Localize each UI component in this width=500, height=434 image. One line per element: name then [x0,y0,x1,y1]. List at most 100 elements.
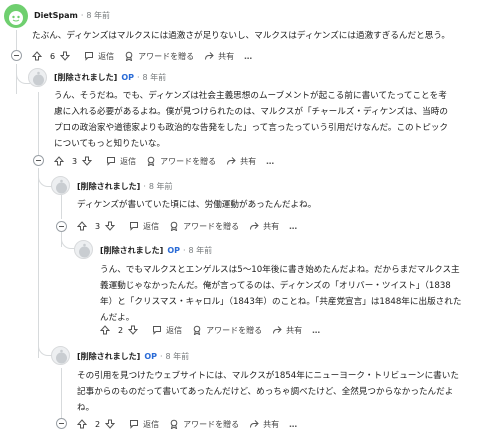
collapse-icon[interactable] [56,221,67,232]
vote-score: 3 [72,156,78,166]
comment-meta: [削除されました] OP · 8 年前 [77,351,189,362]
award-icon [147,156,155,166]
comment-line: 年）と「クリスマス・キャロル」（1843年）のことね。「共産党宣言」は1848年… [100,297,462,307]
upvote-button[interactable] [32,51,46,61]
reply-button[interactable]: 返信 [129,419,159,430]
reply-button[interactable]: 返信 [129,221,159,232]
share-button[interactable]: 共有 [226,156,256,167]
reply-icon [130,222,139,231]
author-name: [削除されました] [77,182,141,191]
share-label: 共有 [218,51,235,61]
upvote-button[interactable] [54,156,68,166]
comment-body: ディケンズが書いていた頃には、労働運動があったんだよね。 [77,200,317,210]
comment-actions: 2 返信 アワードを贈る 共有 … [100,322,321,338]
more-icon[interactable]: … [266,157,275,166]
reply-label: 返信 [143,419,160,429]
reply-label: 返信 [143,221,160,231]
comment-body: その引用を見つけたウェブサイトには、マルクスが1854年にニューヨーク・トリビュ… [77,368,497,416]
reply-label: 返信 [120,156,137,166]
comment-line: うん、そうだね。でも、ディケンズは社会主義思想のムーブメントが起こる前に書いてた… [54,91,447,101]
reply-button[interactable]: 返信 [106,156,136,167]
collapse-icon[interactable] [56,418,67,429]
award-button[interactable]: アワードを贈る [192,325,262,336]
avatar[interactable] [51,176,70,195]
timestamp[interactable]: 8 年前 [86,10,110,21]
timestamp[interactable]: 8 年前 [143,72,167,83]
comment-line: うん、でもマルクスとエンゲルスは5～10年後に書き始めたんだよね。だからまだマル… [100,265,460,275]
thread-connector [61,232,75,249]
comment-meta: [削除されました] · 8 年前 [77,181,173,192]
upvote-button[interactable] [77,221,91,231]
op-badge: OP [121,73,134,82]
thread-line[interactable] [61,368,62,420]
snoo-avatar-icon [56,179,67,194]
author-name: [削除されました] [77,352,141,361]
award-button[interactable]: アワードを贈る [146,156,216,167]
upvote-icon [32,51,42,61]
timestamp[interactable]: 8 年前 [149,181,173,192]
downvote-button[interactable] [128,325,142,335]
award-button[interactable]: アワードを贈る [124,51,194,62]
thread-line[interactable] [61,195,62,219]
reply-label: 返信 [166,325,183,335]
thread-line[interactable] [16,30,17,50]
upvote-button[interactable] [100,325,114,335]
award-label: アワードを贈る [183,419,240,429]
downvote-button[interactable] [82,156,96,166]
avatar[interactable] [51,346,70,365]
avatar[interactable] [28,68,47,87]
comment-actions: 6 返信 アワードを贈る 共有 … [32,48,253,64]
comment-line: についてもっと知りたいな。 [54,139,166,149]
more-icon[interactable]: … [289,222,298,231]
upvote-button[interactable] [77,419,91,429]
reply-icon [107,157,116,166]
author-name: [削除されました] [100,246,164,255]
reply-label: 返信 [98,51,115,61]
snoo-avatar-icon [33,71,44,86]
separator-dot: · [143,182,146,191]
upvote-icon [77,419,87,429]
thread-line[interactable] [38,92,39,156]
share-button[interactable]: 共有 [249,221,279,232]
downvote-button[interactable] [105,419,119,429]
collapse-icon[interactable] [11,50,22,61]
collapse-icon[interactable] [33,155,44,166]
share-icon [227,157,236,165]
share-label: 共有 [240,156,257,166]
more-icon[interactable]: … [244,52,253,61]
avatar[interactable] [74,240,93,259]
downvote-icon [105,221,116,231]
avatar[interactable] [4,4,28,28]
downvote-button[interactable] [105,221,119,231]
downvote-button[interactable] [60,51,74,61]
comment-actions: 2 返信 アワードを贈る 共有 … [77,416,298,432]
award-button[interactable]: アワードを贈る [169,221,239,232]
award-icon [170,419,178,429]
share-button[interactable]: 共有 [272,325,302,336]
award-icon [193,325,201,335]
op-badge: OP [167,246,180,255]
author-name[interactable]: DietSpam [34,11,78,20]
author-name: [削除されました] [54,73,118,82]
separator-dot: · [136,73,140,82]
upvote-icon [100,325,110,335]
thread-connector [38,168,52,356]
separator-dot: · [80,11,84,20]
more-icon[interactable]: … [312,326,321,335]
reply-button[interactable]: 返信 [84,51,114,62]
share-button[interactable]: 共有 [204,51,234,62]
share-button[interactable]: 共有 [249,419,279,430]
reply-icon [85,52,94,61]
more-icon[interactable]: … [289,420,298,429]
award-button[interactable]: アワードを贈る [169,419,239,430]
timestamp[interactable]: 8 年前 [166,351,190,362]
timestamp[interactable]: 8 年前 [189,245,213,256]
comment-body: うん、そうだね。でも、ディケンズは社会主義思想のムーブメントが起こる前に書いてた… [54,88,494,152]
share-icon [250,420,259,428]
downvote-icon [128,325,139,335]
vote-score: 6 [50,51,56,61]
share-label: 共有 [286,325,303,335]
separator-dot: · [159,352,163,361]
reply-button[interactable]: 返信 [152,325,182,336]
share-label: 共有 [263,221,280,231]
